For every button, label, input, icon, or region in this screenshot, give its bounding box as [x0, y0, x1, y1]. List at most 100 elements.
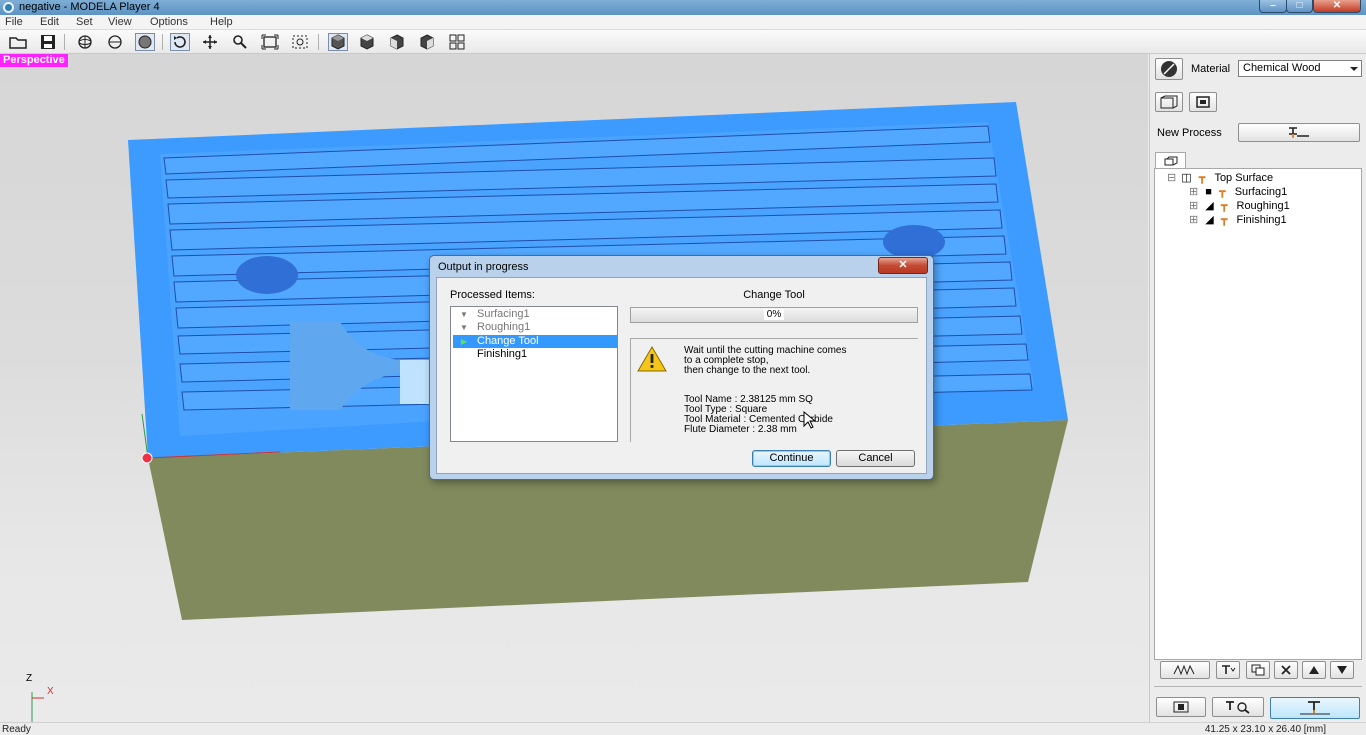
move-down-button[interactable] — [1330, 661, 1354, 679]
expand-icon[interactable]: ⊞ — [1189, 200, 1198, 212]
new-process-button[interactable] — [1238, 123, 1360, 142]
orbit-icon[interactable] — [75, 33, 95, 51]
list-item-label: Finishing1 — [477, 348, 528, 360]
cut-button[interactable] — [1270, 697, 1360, 719]
model-icon: ◫ — [1181, 172, 1192, 184]
title-bar: negative - MODELA Player 4 – □ ✕ — [0, 0, 1366, 15]
save-icon[interactable] — [38, 33, 58, 51]
tree-item-label: Top Surface — [1214, 172, 1274, 184]
process-tree[interactable]: ⊟ ◫ ┳ Top Surface ⊞ ■ ┳ Surfacing1 ⊞ ◢ ┳… — [1154, 168, 1362, 660]
copy-button[interactable] — [1246, 661, 1270, 679]
view-iso-icon[interactable] — [328, 33, 348, 51]
done-icon: ▼ — [460, 323, 468, 332]
menu-options[interactable]: Options — [150, 15, 188, 30]
flute-diameter: Flute Diameter : 2.38 mm — [684, 424, 797, 435]
tool-path-preview-button[interactable] — [1160, 661, 1210, 679]
view-multi-icon[interactable] — [447, 33, 467, 51]
view-front-icon[interactable] — [387, 33, 407, 51]
roughing-icon: ◢ — [1205, 200, 1214, 212]
new-process-label: New Process — [1157, 127, 1222, 139]
zoom-box-icon[interactable] — [290, 33, 310, 51]
stop-button[interactable] — [1156, 697, 1206, 717]
view-top-icon[interactable] — [357, 33, 377, 51]
pan-icon[interactable] — [200, 33, 220, 51]
cancel-button[interactable]: Cancel — [836, 450, 915, 467]
maximize-button[interactable]: □ — [1286, 0, 1313, 13]
dialog-body: Processed Items: Change Tool ▼ Surfacing… — [436, 277, 927, 474]
list-item-label: Roughing1 — [477, 321, 531, 333]
status-bar: Ready 41.25 x 23.10 x 26.40 [mm] — [0, 722, 1366, 735]
done-icon: ▼ — [460, 310, 468, 319]
message-line: then change to the next tool. — [684, 365, 811, 376]
model-view-button[interactable] — [1155, 92, 1183, 112]
list-item-selected[interactable]: ▶ Change Tool — [453, 335, 617, 348]
dialog-close-button[interactable]: ✕ — [878, 257, 928, 274]
expand-icon[interactable]: ⊞ — [1189, 214, 1198, 226]
open-folder-icon[interactable] — [8, 33, 28, 51]
app-icon — [3, 2, 14, 13]
collapse-icon[interactable]: ⊟ — [1167, 172, 1176, 184]
tree-item-finishing1[interactable]: ⊞ ◢ ┳ Finishing1 — [1189, 214, 1287, 227]
move-up-button[interactable] — [1302, 661, 1326, 679]
tree-item-top-surface[interactable]: ⊟ ◫ ┳ Top Surface — [1167, 172, 1273, 185]
minimize-button[interactable]: – — [1259, 0, 1287, 13]
message-area: Wait until the cutting machine comes to … — [630, 338, 918, 442]
list-item[interactable]: Finishing1 — [453, 348, 617, 361]
expand-icon[interactable]: ⊞ — [1189, 186, 1198, 198]
window-title: negative - MODELA Player 4 — [19, 1, 160, 13]
progress-bar: 0% — [630, 307, 918, 323]
preview-cutting-button[interactable] — [1212, 697, 1264, 717]
list-item[interactable]: ▼ Surfacing1 — [453, 308, 617, 321]
tool-path-icon: ┳ — [1198, 172, 1206, 184]
delete-button[interactable] — [1274, 661, 1298, 679]
tree-item-label: Finishing1 — [1236, 214, 1287, 226]
material-label: Material — [1191, 63, 1231, 75]
processed-items-label: Processed Items: — [450, 289, 535, 301]
process-panel: Material Chemical Wood New Process ⊟ ◫ ┳… — [1149, 54, 1366, 722]
tree-item-label: Roughing1 — [1236, 200, 1290, 212]
list-item[interactable]: ▼ Roughing1 — [453, 321, 617, 334]
warning-icon — [637, 346, 667, 372]
menu-help[interactable]: Help — [210, 15, 233, 30]
current-step-heading: Change Tool — [743, 289, 805, 301]
close-button[interactable]: ✕ — [1313, 0, 1361, 13]
menu-view[interactable]: View — [108, 15, 132, 30]
axis-x-label: X — [47, 686, 54, 697]
globe-icon[interactable] — [105, 33, 125, 51]
mouse-cursor-icon — [803, 411, 815, 429]
add-process-button[interactable] — [1216, 661, 1240, 679]
status-text: Ready — [2, 724, 31, 735]
surfacing-icon: ■ — [1205, 186, 1212, 198]
material-select[interactable]: Chemical Wood — [1238, 60, 1362, 77]
model-size: 41.25 x 23.10 x 26.40 [mm] — [1204, 724, 1326, 735]
tree-item-label: Surfacing1 — [1234, 186, 1288, 198]
view-side-icon[interactable] — [417, 33, 437, 51]
tool-path-icon: ┳ — [1219, 186, 1226, 198]
rotate-icon[interactable] — [170, 33, 190, 51]
dialog-title: Output in progress — [438, 261, 529, 273]
tab-process-tree[interactable] — [1155, 152, 1186, 169]
menu-bar: File Edit Set View Options Help — [0, 15, 1366, 30]
finishing-icon: ◢ — [1205, 214, 1214, 226]
zoom-icon[interactable] — [230, 33, 250, 51]
tool-path-icon: ┳ — [1220, 214, 1228, 226]
material-value: Chemical Wood — [1243, 62, 1321, 74]
menu-file[interactable]: File — [5, 15, 23, 30]
list-item-label: Change Tool — [477, 335, 539, 347]
tree-item-roughing1[interactable]: ⊞ ◢ ┳ Roughing1 — [1189, 200, 1290, 213]
tree-item-surfacing1[interactable]: ⊞ ■ ┳ Surfacing1 — [1189, 186, 1287, 199]
menu-edit[interactable]: Edit — [40, 15, 59, 30]
processed-items-list[interactable]: ▼ Surfacing1 ▼ Roughing1 ▶ Change Tool F… — [450, 306, 618, 442]
fit-icon[interactable] — [260, 33, 280, 51]
sphere-icon[interactable] — [135, 33, 155, 51]
material-button[interactable] — [1155, 58, 1183, 80]
list-item-label: Surfacing1 — [477, 308, 530, 320]
current-step-icon: ▶ — [460, 337, 468, 346]
menu-set[interactable]: Set — [76, 15, 93, 30]
output-progress-dialog: Output in progress ✕ Processed Items: Ch… — [429, 255, 934, 480]
continue-button[interactable]: Continue — [752, 450, 831, 467]
chevron-down-icon — [1350, 67, 1358, 71]
toolbar — [0, 30, 1366, 54]
surface-view-button[interactable] — [1189, 92, 1217, 112]
tool-path-icon: ┳ — [1220, 200, 1228, 212]
